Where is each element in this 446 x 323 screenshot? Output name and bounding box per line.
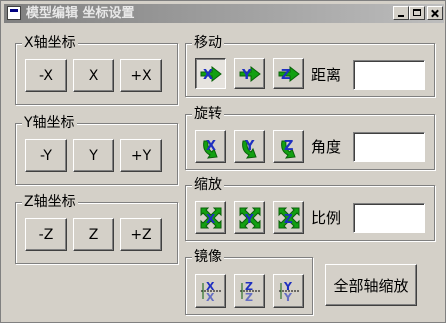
svg-text:Y: Y	[244, 139, 255, 154]
scale-group-label: 缩放	[192, 176, 224, 194]
plus-y-button[interactable]: +Y	[120, 139, 162, 172]
plus-z-button[interactable]: +Z	[120, 218, 162, 251]
move-x-icon: X	[200, 65, 222, 83]
move-y-button[interactable]: Y	[234, 58, 265, 89]
scale-all-axes-button[interactable]: 全部轴缩放	[325, 264, 417, 306]
rotate-group: 旋转 X Y Z 角度	[185, 105, 435, 170]
mirror-z-button[interactable]: Z Z	[234, 274, 265, 308]
mirror-group: 镜像 X X Z Z Y Y	[185, 248, 313, 315]
z-button[interactable]: Z	[73, 218, 114, 251]
svg-text:Y: Y	[241, 68, 252, 83]
distance-input[interactable]	[353, 60, 425, 90]
svg-text:Y: Y	[283, 291, 293, 302]
mirror-y-button[interactable]: Y Y	[273, 274, 304, 308]
x-axis-group: X轴坐标 -X X +X	[15, 34, 178, 105]
rotate-y-button[interactable]: Y	[234, 130, 265, 163]
scale-z-button[interactable]: Z	[273, 201, 304, 234]
minus-z-button[interactable]: -Z	[25, 218, 67, 251]
minus-y-button[interactable]: -Y	[25, 139, 67, 172]
close-icon[interactable]	[427, 6, 443, 20]
y-button[interactable]: Y	[73, 139, 114, 172]
minimize-icon[interactable]	[393, 6, 409, 20]
svg-text:Z: Z	[284, 212, 293, 226]
svg-text:Z: Z	[245, 291, 253, 302]
svg-text:X: X	[206, 139, 216, 154]
y-axis-group-label: Y轴坐标	[22, 114, 77, 132]
svg-text:Z: Z	[281, 68, 290, 83]
z-axis-group-label: Z轴坐标	[22, 193, 78, 211]
mirror-y-icon: Y Y	[278, 280, 299, 302]
main-window: 模型编辑 坐标设置 X轴坐标 -X X +X Y轴坐标 -Y Y +Y Z轴坐标…	[0, 0, 446, 323]
mirror-x-button[interactable]: X X	[195, 274, 226, 308]
mirror-x-icon: X X	[200, 280, 221, 302]
svg-text:X: X	[206, 212, 216, 226]
scale-z-icon: Z	[278, 207, 299, 228]
mirror-z-icon: Z Z	[239, 280, 260, 302]
move-x-button[interactable]: X	[195, 58, 226, 89]
move-z-button[interactable]: Z	[273, 58, 304, 89]
x-axis-group-label: X轴坐标	[22, 34, 78, 52]
mirror-group-label: 镜像	[192, 248, 224, 266]
ratio-input[interactable]	[353, 203, 425, 233]
rotate-z-button[interactable]: Z	[273, 130, 304, 163]
ratio-label: 比例	[311, 209, 342, 227]
svg-text:Z: Z	[284, 139, 293, 154]
rotate-y-icon: Y	[241, 139, 257, 159]
title-bar[interactable]: 模型编辑 坐标设置	[4, 4, 444, 23]
rotate-x-icon: X	[202, 139, 218, 159]
window-title: 模型编辑 坐标设置	[26, 6, 135, 21]
maximize-icon[interactable]	[409, 6, 425, 20]
move-group-label: 移动	[192, 34, 224, 52]
app-icon[interactable]	[7, 6, 21, 20]
svg-text:Y: Y	[244, 212, 254, 226]
move-y-icon: Y	[239, 65, 261, 83]
x-button[interactable]: X	[73, 59, 114, 92]
move-group: 移动 X Y Z 距离	[185, 34, 435, 97]
svg-text:X: X	[206, 291, 215, 302]
svg-text:X: X	[203, 68, 213, 83]
scale-x-button[interactable]: X	[195, 201, 226, 234]
move-z-icon: Z	[278, 65, 300, 83]
rotate-z-icon: Z	[280, 139, 296, 159]
scale-x-icon: X	[200, 207, 221, 228]
angle-input[interactable]	[353, 132, 425, 162]
z-axis-group: Z轴坐标 -Z Z +Z	[15, 193, 178, 264]
scale-y-button[interactable]: Y	[234, 201, 265, 234]
distance-label: 距离	[311, 66, 342, 84]
rotate-x-button[interactable]: X	[195, 130, 226, 163]
scale-group: 缩放 X Y Z 比例	[185, 176, 435, 241]
minus-x-button[interactable]: -X	[25, 59, 67, 92]
angle-label: 角度	[311, 138, 342, 156]
plus-x-button[interactable]: +X	[120, 59, 162, 92]
rotate-group-label: 旋转	[192, 105, 224, 123]
y-axis-group: Y轴坐标 -Y Y +Y	[15, 114, 178, 185]
scale-y-icon: Y	[239, 207, 260, 228]
